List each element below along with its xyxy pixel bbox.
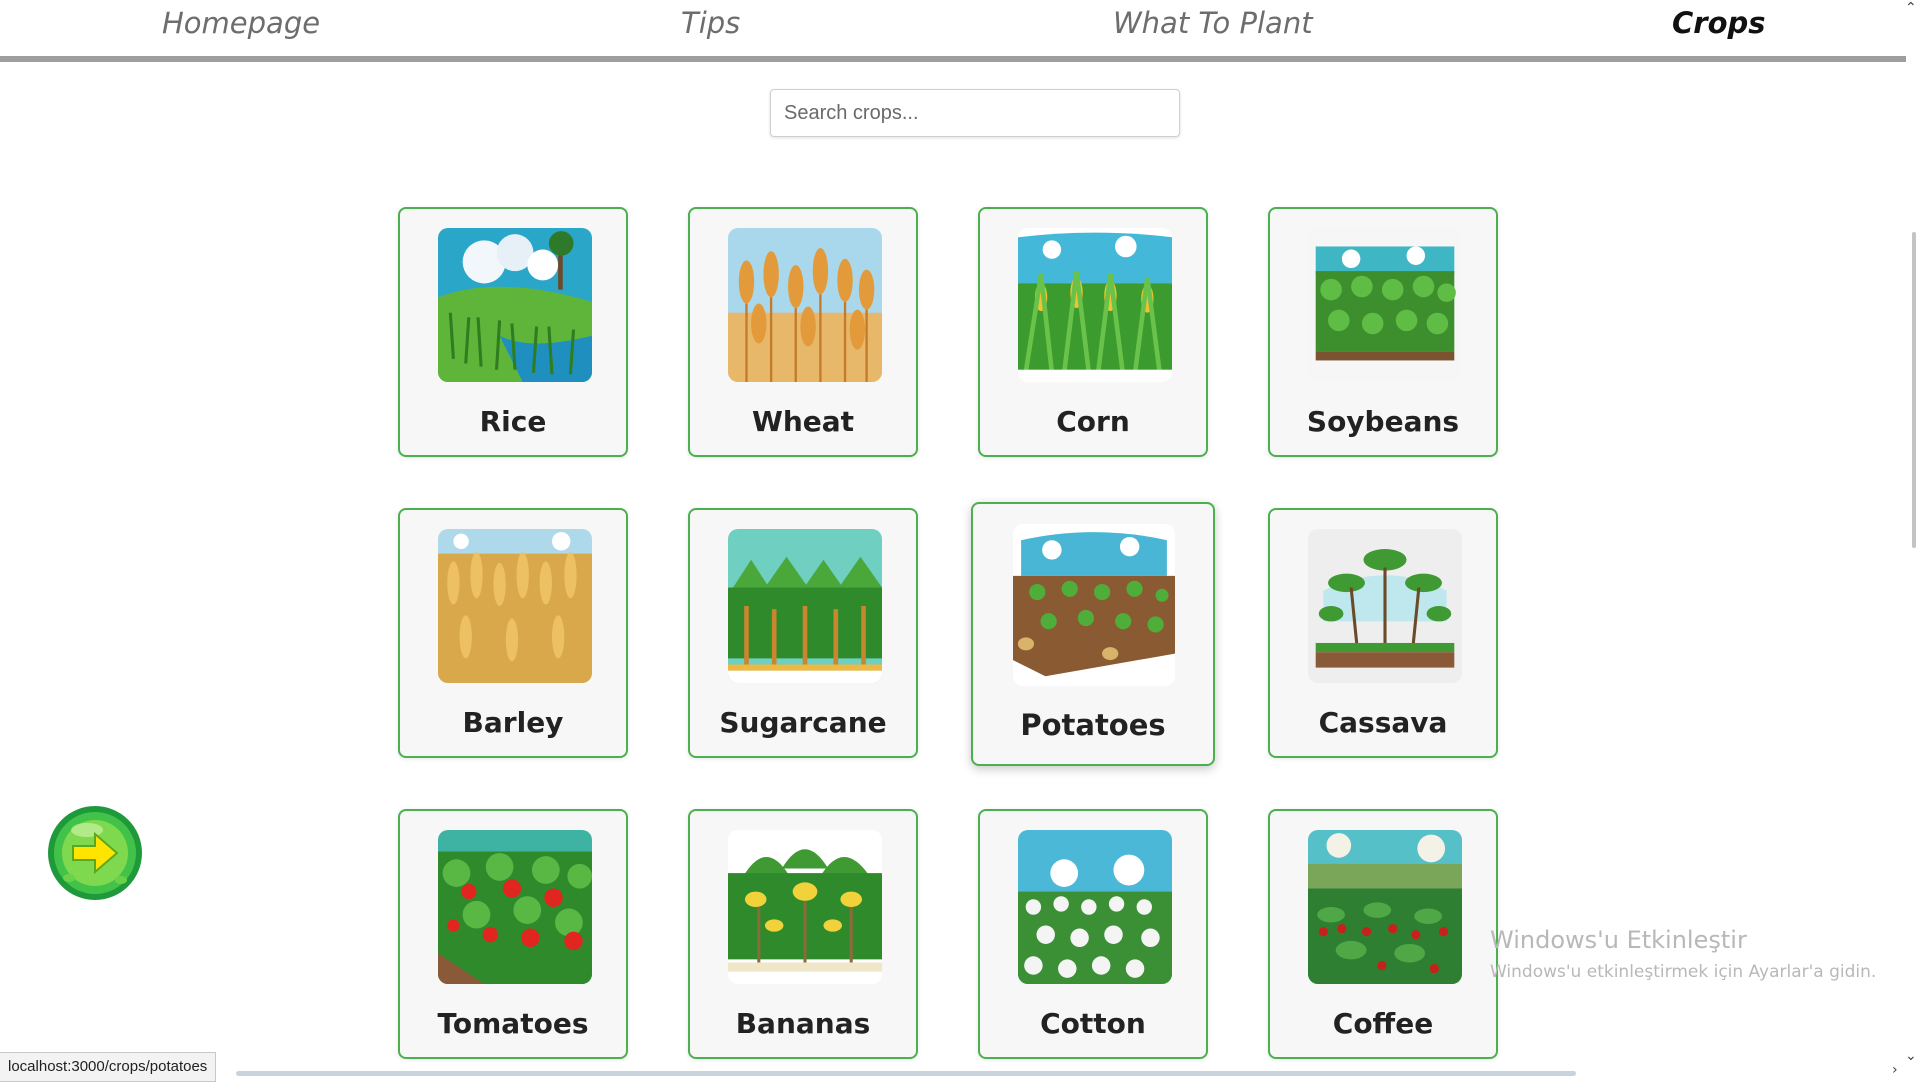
crop-name: Barley <box>462 706 564 739</box>
corn-field-image <box>1018 228 1172 382</box>
crop-name: Cotton <box>1040 1007 1146 1040</box>
crop-card-cassava[interactable]: Cassava <box>1268 508 1498 758</box>
crop-card-sugarcane[interactable]: Sugarcane <box>688 508 918 758</box>
crop-card-corn[interactable]: Corn <box>978 207 1208 457</box>
crop-name: Corn <box>1056 405 1130 438</box>
banana-trees-image <box>728 830 882 984</box>
horizontal-scroll-thumb[interactable] <box>236 1071 1576 1076</box>
crop-card-cotton[interactable]: Cotton <box>978 809 1208 1059</box>
crop-card-wheat[interactable]: Wheat <box>688 207 918 457</box>
top-navigation: Homepage Tips What To Plant Crops <box>0 0 1906 62</box>
green-right-arrow-icon <box>48 806 142 900</box>
crop-card-potatoes[interactable]: Potatoes <box>971 502 1215 766</box>
crop-name: Rice <box>479 405 547 438</box>
coffee-plants-image <box>1308 830 1462 984</box>
rice-field-image <box>438 228 592 382</box>
crop-card-barley[interactable]: Barley <box>398 508 628 758</box>
crop-name: Bananas <box>735 1007 871 1040</box>
crop-card-rice[interactable]: Rice <box>398 207 628 457</box>
crop-name: Tomatoes <box>437 1007 589 1040</box>
cotton-field-image <box>1018 830 1172 984</box>
crop-card-soybeans[interactable]: Soybeans <box>1268 207 1498 457</box>
barley-field-image <box>438 529 592 683</box>
cassava-plant-image <box>1308 529 1462 683</box>
crop-name: Wheat <box>751 405 855 438</box>
windows-activation-title: Windows'u Etkinleştir <box>1490 926 1747 954</box>
potato-field-image <box>1013 524 1175 686</box>
nav-tips[interactable]: Tips <box>681 6 740 40</box>
next-arrow-button[interactable] <box>47 800 143 906</box>
sugarcane-field-image <box>728 529 882 683</box>
crop-name: Soybeans <box>1306 405 1460 438</box>
scroll-right-icon[interactable]: › <box>1892 1062 1898 1078</box>
scroll-up-icon[interactable]: ⌃ <box>1905 0 1917 16</box>
crop-name: Cassava <box>1318 706 1448 739</box>
crop-name: Potatoes <box>1020 708 1166 742</box>
wheat-field-image <box>728 228 882 382</box>
crop-card-coffee[interactable]: Coffee <box>1268 809 1498 1059</box>
crop-name: Coffee <box>1332 1007 1434 1040</box>
crop-name: Sugarcane <box>719 706 887 739</box>
crop-card-bananas[interactable]: Bananas <box>688 809 918 1059</box>
nav-homepage[interactable]: Homepage <box>162 6 320 40</box>
nav-what-to-plant[interactable]: What To Plant <box>1113 6 1313 40</box>
nav-crops[interactable]: Crops <box>1672 6 1766 40</box>
scroll-down-icon[interactable]: ⌄ <box>1905 1048 1917 1064</box>
vertical-scroll-thumb[interactable] <box>1912 232 1916 548</box>
soybean-field-image <box>1308 228 1462 382</box>
tomato-plants-image <box>438 830 592 984</box>
status-url: localhost:3000/crops/potatoes <box>0 1052 217 1082</box>
search-input[interactable] <box>770 89 1180 137</box>
crop-card-tomatoes[interactable]: Tomatoes <box>398 809 628 1059</box>
windows-activation-subtitle: Windows'u etkinleştirmek için Ayarlar'a … <box>1490 962 1877 982</box>
